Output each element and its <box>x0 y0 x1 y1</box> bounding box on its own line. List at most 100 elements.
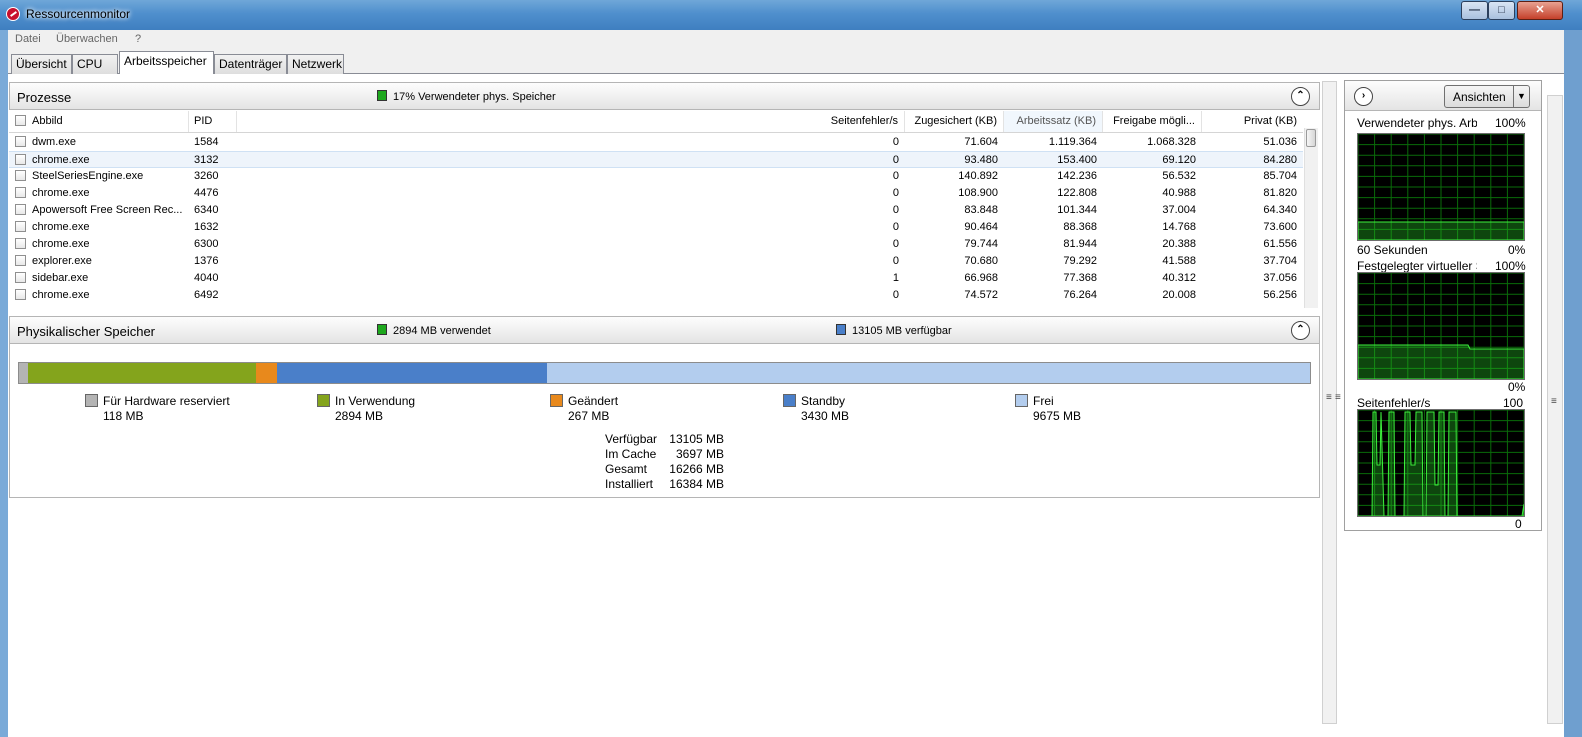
cell-seitenfehler: 0 <box>892 289 899 301</box>
close-button[interactable]: ✕ <box>1517 1 1563 20</box>
memory-segment-modified <box>256 363 277 383</box>
cell-zugesichert: 90.464 <box>964 221 998 233</box>
cell-arbeitssatz: 88.368 <box>1063 221 1097 233</box>
cell-pid: 1376 <box>194 255 219 267</box>
table-row[interactable]: chrome.exe 1632 0 90.464 88.368 14.768 73.600 <box>9 219 1303 236</box>
col-seitenfehler[interactable]: Seitenfehler/s <box>237 111 905 132</box>
col-zugesichert[interactable]: Zugesichert (KB) <box>905 111 1004 132</box>
physical-memory-header[interactable]: Physikalischer Speicher 2894 MB verwende… <box>9 316 1320 344</box>
right-pane-scrollbar[interactable]: ≡ <box>1547 95 1563 724</box>
summary-cache-value: 3697 MB <box>675 447 724 461</box>
graph-pane: › Ansichten ▼ Verwendeter phys. Arbe... … <box>1344 80 1542 531</box>
cell-arbeitssatz: 81.944 <box>1063 238 1097 250</box>
row-checkbox[interactable] <box>15 204 26 215</box>
table-row[interactable]: explorer.exe 1376 0 70.680 79.292 41.588 37.70… <box>9 253 1303 270</box>
table-row[interactable]: Apowersoft Free Screen Rec... 6340 0 83.848… <box>9 202 1303 219</box>
col-abbild[interactable]: Abbild <box>29 111 189 132</box>
collapse-physical-icon[interactable]: ⌃ <box>1291 321 1310 340</box>
processes-summary: 17% Verwendeter phys. Speicher <box>393 91 556 103</box>
cell-pid: 4476 <box>194 187 219 199</box>
cell-arbeitssatz: 101.344 <box>1057 204 1097 216</box>
table-row[interactable]: chrome.exe 6492 0 74.572 76.264 20.008 56.256 <box>9 287 1303 304</box>
process-scrollbar[interactable] <box>1304 128 1318 308</box>
cell-zugesichert: 70.680 <box>964 255 998 267</box>
row-checkbox[interactable] <box>15 255 26 266</box>
cell-privat: 73.600 <box>1263 221 1297 233</box>
graph3-title: Seitenfehler/s <box>1357 396 1431 410</box>
maximize-button[interactable]: □ <box>1488 1 1515 20</box>
cell-pid: 4040 <box>194 272 219 284</box>
views-dropdown-icon[interactable]: ▼ <box>1513 86 1529 107</box>
views-label: Ansichten <box>1453 90 1506 104</box>
memory-segment-reserved <box>19 363 28 383</box>
cell-pid: 3260 <box>194 170 219 182</box>
legend-reserved-label: Für Hardware reserviert <box>103 394 230 408</box>
cell-freigabe: 41.588 <box>1162 255 1196 267</box>
table-row[interactable]: SteelSeriesEngine.exe 3260 0 140.892 142.236… <box>9 168 1303 185</box>
graph3-min: 0 <box>1515 517 1522 531</box>
menu-datei[interactable]: Datei <box>15 33 41 45</box>
processes-title: Prozesse <box>17 90 72 105</box>
cell-zugesichert: 93.480 <box>964 154 998 166</box>
tab-cpu[interactable]: CPU <box>72 54 118 74</box>
col-privat[interactable]: Privat (KB) <box>1202 111 1303 132</box>
memory-segment-free <box>547 363 1310 383</box>
table-row[interactable]: chrome.exe 3132 0 93.480 153.400 69.120 84.280 <box>9 151 1303 168</box>
row-checkbox[interactable] <box>15 238 26 249</box>
graph-page-faults <box>1357 409 1525 517</box>
row-checkbox[interactable] <box>15 170 26 181</box>
toggle-pane-icon[interactable]: › <box>1354 87 1373 106</box>
cell-abbild: explorer.exe <box>32 255 92 267</box>
tab-datentraeger[interactable]: Datenträger <box>214 54 287 74</box>
col-freigabe[interactable]: Freigabe mögli... <box>1103 111 1202 132</box>
graph2-max: 100% <box>1495 259 1526 273</box>
summary-installed-label: Installiert <box>605 477 654 491</box>
cell-seitenfehler: 0 <box>892 204 899 216</box>
menu-help[interactable]: ? <box>135 33 141 45</box>
minimize-button[interactable]: — <box>1461 1 1488 20</box>
cell-freigabe: 56.532 <box>1162 170 1196 182</box>
cell-pid: 6340 <box>194 204 219 216</box>
memory-usage-bar <box>18 362 1311 384</box>
table-row[interactable]: sidebar.exe 4040 1 66.968 77.368 40.312 37.056 <box>9 270 1303 287</box>
row-checkbox[interactable] <box>15 187 26 198</box>
cell-seitenfehler: 0 <box>892 154 899 166</box>
tab-arbeitsspeicher[interactable]: Arbeitsspeicher <box>119 51 214 75</box>
pane-splitter-icon[interactable]: ≡ <box>1335 392 1341 403</box>
window-title: Ressourcenmonitor <box>26 7 131 21</box>
splitter-grip-icon[interactable]: ≡ <box>1326 392 1332 403</box>
views-button[interactable]: Ansichten ▼ <box>1444 85 1530 108</box>
cell-abbild: SteelSeriesEngine.exe <box>32 170 144 182</box>
tab-netzwerk[interactable]: Netzwerk <box>287 54 344 74</box>
legend-in-use-value: 2894 MB <box>335 409 384 423</box>
process-scroll-thumb[interactable] <box>1306 129 1316 147</box>
cell-abbild: chrome.exe <box>32 154 90 166</box>
col-pid[interactable]: PID <box>189 111 237 132</box>
cell-freigabe: 40.312 <box>1162 272 1196 284</box>
graph1-max: 100% <box>1495 116 1526 130</box>
col-arbeitssatz[interactable]: Arbeitssatz (KB) <box>1004 111 1103 132</box>
table-row[interactable]: chrome.exe 4476 0 108.900 122.808 40.988 81.82… <box>9 185 1303 202</box>
menu-ueberwachen[interactable]: Überwachen <box>56 33 118 45</box>
table-row[interactable]: dwm.exe 1584 0 71.604 1.119.364 1.068.328 51.0… <box>9 134 1303 151</box>
cell-privat: 85.704 <box>1263 170 1297 182</box>
row-checkbox[interactable] <box>15 289 26 300</box>
resource-monitor-icon <box>6 7 20 21</box>
graph-pane-header: › Ansichten ▼ <box>1345 81 1541 111</box>
processes-header[interactable]: Prozesse 17% Verwendeter phys. Speicher … <box>9 82 1320 110</box>
cell-zugesichert: 74.572 <box>964 289 998 301</box>
collapse-processes-icon[interactable]: ⌃ <box>1291 87 1310 106</box>
select-all-checkbox[interactable] <box>15 115 26 126</box>
table-row[interactable]: chrome.exe 6300 0 79.744 81.944 20.388 61.556 <box>9 236 1303 253</box>
physical-memory-title: Physikalischer Speicher <box>17 324 156 339</box>
cell-freigabe: 40.988 <box>1162 187 1196 199</box>
row-checkbox[interactable] <box>15 136 26 147</box>
row-checkbox[interactable] <box>15 154 26 165</box>
row-checkbox[interactable] <box>15 272 26 283</box>
cell-abbild: chrome.exe <box>32 187 90 199</box>
tab-uebersicht[interactable]: Übersicht <box>11 54 72 74</box>
row-checkbox[interactable] <box>15 221 26 232</box>
menu-bar: Datei Überwachen ? <box>8 30 1564 50</box>
right-splitter-grip-icon[interactable]: ≡ <box>1551 396 1557 407</box>
cell-privat: 37.704 <box>1263 255 1297 267</box>
